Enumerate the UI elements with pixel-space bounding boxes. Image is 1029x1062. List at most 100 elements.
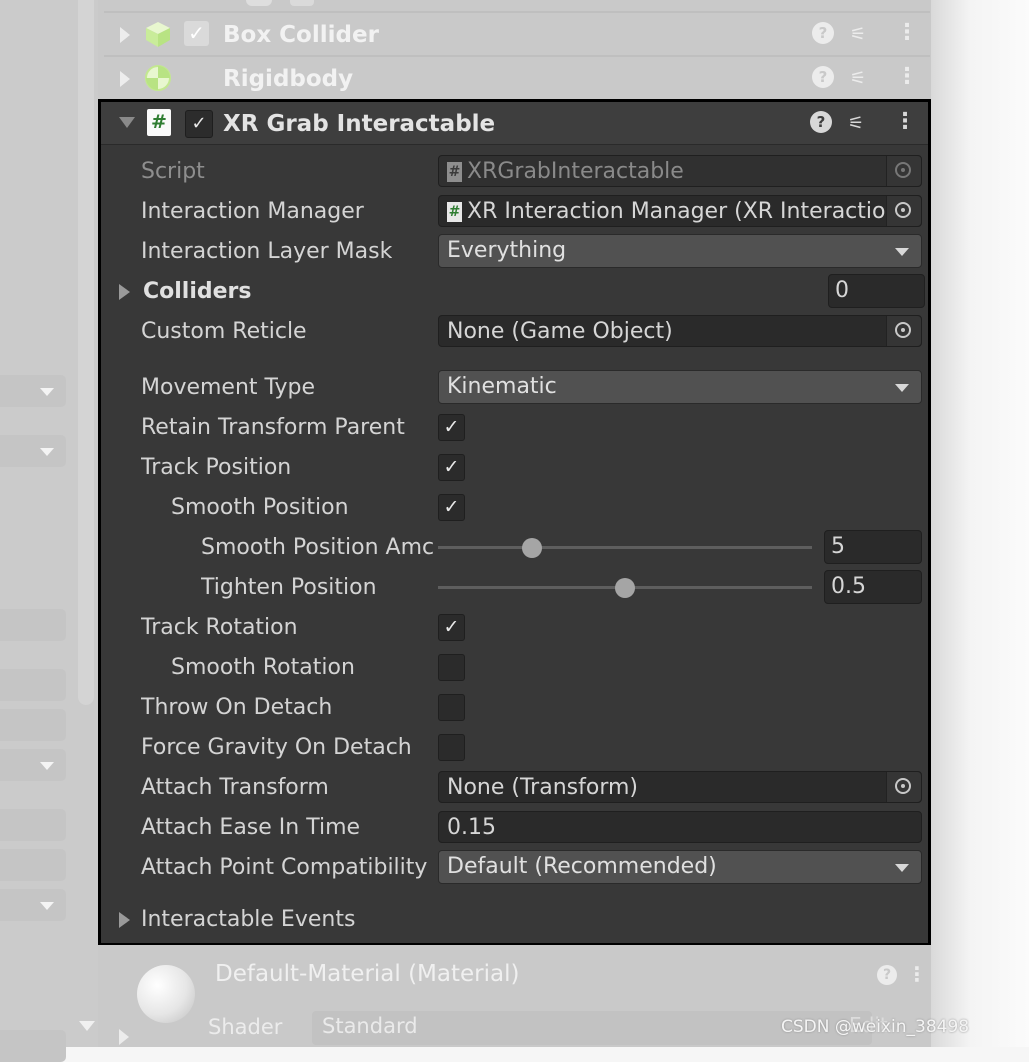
interactable-events-label[interactable]: Interactable Events bbox=[141, 907, 355, 932]
row-interactable-events[interactable]: Interactable Events bbox=[101, 902, 928, 938]
row-colliders[interactable]: Colliders 0 bbox=[101, 274, 928, 310]
script-field: # XRGrabInteractable bbox=[438, 155, 922, 187]
kebab-menu-icon[interactable]: ⋮ bbox=[896, 20, 918, 45]
box-collider-header[interactable]: ✓ Box Collider ? ⚟ ⋮ bbox=[104, 13, 930, 57]
component-title: XR Grab Interactable bbox=[223, 111, 496, 137]
left-scrollbar[interactable] bbox=[78, 0, 94, 705]
object-picker-button[interactable] bbox=[886, 316, 921, 346]
kebab-menu-icon[interactable]: ⋮ bbox=[896, 64, 918, 89]
material-header-tools: ? ⋮ bbox=[877, 962, 927, 989]
component-header[interactable]: # ✓ XR Grab Interactable ? ⚟ ⋮ bbox=[101, 102, 928, 145]
attach-transform-field[interactable]: None (Transform) bbox=[438, 771, 922, 803]
attach-point-compatibility-dropdown[interactable]: Default (Recommended) bbox=[438, 850, 922, 884]
target-picker-icon bbox=[895, 778, 911, 794]
expand-arrow-icon[interactable] bbox=[119, 284, 130, 300]
colliders-size-field[interactable]: 0 bbox=[828, 274, 925, 308]
left-field-6[interactable] bbox=[0, 1030, 66, 1062]
box-collider-enabled-checkbox[interactable]: ✓ bbox=[184, 21, 209, 46]
tighten-position-field[interactable]: 0.5 bbox=[824, 570, 922, 604]
help-icon[interactable]: ? bbox=[812, 66, 834, 88]
left-field-2[interactable] bbox=[0, 669, 66, 701]
interaction-manager-field[interactable]: # XR Interaction Manager (XR Interactio bbox=[438, 195, 922, 227]
slider-thumb[interactable] bbox=[615, 578, 635, 598]
interaction-layer-mask-dropdown[interactable]: Everything bbox=[438, 234, 922, 268]
tighten-position-value: 0.5 bbox=[831, 574, 866, 599]
tighten-position-label: Tighten Position bbox=[201, 575, 377, 600]
interaction-layer-mask-label: Interaction Layer Mask bbox=[141, 239, 393, 264]
row-track-rotation: Track Rotation ✓ bbox=[101, 610, 928, 646]
script-value-text: # XRGrabInteractable bbox=[447, 159, 684, 184]
attach-ease-in-time-field[interactable]: 0.15 bbox=[438, 811, 922, 843]
component-icon bbox=[246, 0, 272, 6]
help-icon[interactable]: ? bbox=[877, 965, 897, 985]
row-retain-transform-parent: Retain Transform Parent ✓ bbox=[101, 410, 928, 446]
row-smooth-position-amount: Smooth Position Amc 5 bbox=[101, 530, 928, 566]
row-interaction-manager: Interaction Manager # XR Interaction Mana… bbox=[101, 194, 928, 230]
smooth-rotation-checkbox[interactable] bbox=[438, 654, 465, 681]
expand-arrow-icon[interactable] bbox=[119, 912, 130, 928]
retain-transform-parent-label: Retain Transform Parent bbox=[141, 415, 405, 440]
interaction-layer-mask-value: Everything bbox=[447, 238, 567, 263]
material-title: Default-Material (Material) bbox=[215, 961, 520, 987]
left-dropdown-1[interactable] bbox=[0, 375, 66, 407]
force-gravity-on-detach-checkbox[interactable] bbox=[438, 734, 465, 761]
object-picker-button[interactable] bbox=[886, 196, 921, 226]
left-field-5[interactable] bbox=[0, 849, 66, 881]
help-icon[interactable]: ? bbox=[810, 111, 832, 133]
expand-arrow-icon[interactable] bbox=[120, 27, 130, 43]
target-picker-icon bbox=[895, 322, 911, 338]
left-dropdown-3[interactable] bbox=[0, 749, 66, 781]
movement-type-dropdown[interactable]: Kinematic bbox=[438, 370, 922, 404]
left-dropdown-4[interactable] bbox=[0, 889, 66, 921]
rigidbody-header[interactable]: Rigidbody ? ⚟ ⋮ bbox=[104, 57, 930, 101]
expand-arrow-icon[interactable] bbox=[119, 1029, 129, 1045]
preset-sliders-icon[interactable]: ⚟ bbox=[848, 113, 864, 134]
script-value: XRGrabInteractable bbox=[467, 159, 684, 184]
row-script: Script # XRGrabInteractable bbox=[101, 154, 928, 190]
row-interaction-layer-mask: Interaction Layer Mask Everything bbox=[101, 234, 928, 270]
chevron-down-icon bbox=[895, 864, 909, 872]
custom-reticle-field[interactable]: None (Game Object) bbox=[438, 315, 922, 347]
interaction-manager-label: Interaction Manager bbox=[141, 199, 364, 224]
component-enabled-checkbox[interactable]: ✓ bbox=[185, 110, 213, 138]
script-hash-icon: # bbox=[447, 202, 462, 222]
custom-reticle-value: None (Game Object) bbox=[447, 319, 673, 344]
custom-reticle-label: Custom Reticle bbox=[141, 319, 307, 344]
chevron-down-icon bbox=[40, 448, 54, 456]
row-custom-reticle: Custom Reticle None (Game Object) bbox=[101, 314, 928, 350]
throw-on-detach-checkbox[interactable] bbox=[438, 694, 465, 721]
retain-transform-parent-checkbox[interactable]: ✓ bbox=[438, 414, 465, 441]
object-picker-button bbox=[886, 156, 921, 186]
enable-checkbox[interactable] bbox=[290, 0, 314, 6]
left-dropdown-2[interactable] bbox=[0, 435, 66, 467]
row-throw-on-detach: Throw On Detach bbox=[101, 690, 928, 726]
preset-sliders-icon[interactable]: ⚟ bbox=[850, 68, 866, 89]
kebab-menu-icon[interactable]: ⋮ bbox=[907, 962, 927, 986]
scroll-down-arrow-icon[interactable] bbox=[79, 1021, 95, 1031]
preset-sliders-icon[interactable]: ⚟ bbox=[850, 24, 866, 45]
interaction-manager-value: XR Interaction Manager (XR Interactio bbox=[467, 199, 885, 224]
object-picker-button[interactable] bbox=[886, 772, 921, 802]
right-blank-area bbox=[931, 0, 1029, 1047]
collapse-arrow-icon[interactable] bbox=[119, 117, 135, 128]
slider-thumb[interactable] bbox=[521, 538, 542, 558]
chevron-down-icon bbox=[895, 248, 909, 256]
row-force-gravity-on-detach: Force Gravity On Detach bbox=[101, 730, 928, 766]
smooth-position-amount-field[interactable]: 5 bbox=[824, 530, 922, 564]
colliders-label[interactable]: Colliders bbox=[143, 279, 252, 304]
smooth-position-amount-slider[interactable] bbox=[438, 546, 812, 549]
expand-arrow-icon[interactable] bbox=[120, 71, 130, 87]
left-field-1[interactable] bbox=[0, 609, 66, 641]
help-icon[interactable]: ? bbox=[812, 22, 834, 44]
left-field-4[interactable] bbox=[0, 809, 66, 841]
smooth-rotation-label: Smooth Rotation bbox=[171, 655, 355, 680]
smooth-position-checkbox[interactable]: ✓ bbox=[438, 494, 465, 521]
track-rotation-checkbox[interactable]: ✓ bbox=[438, 614, 465, 641]
track-position-checkbox[interactable]: ✓ bbox=[438, 454, 465, 481]
material-preview-sphere bbox=[137, 965, 195, 1023]
target-picker-icon bbox=[895, 162, 911, 178]
kebab-menu-icon[interactable]: ⋮ bbox=[894, 109, 916, 134]
row-smooth-position: Smooth Position ✓ bbox=[101, 490, 928, 526]
left-field-3[interactable] bbox=[0, 709, 66, 741]
smooth-position-label: Smooth Position bbox=[171, 495, 349, 520]
